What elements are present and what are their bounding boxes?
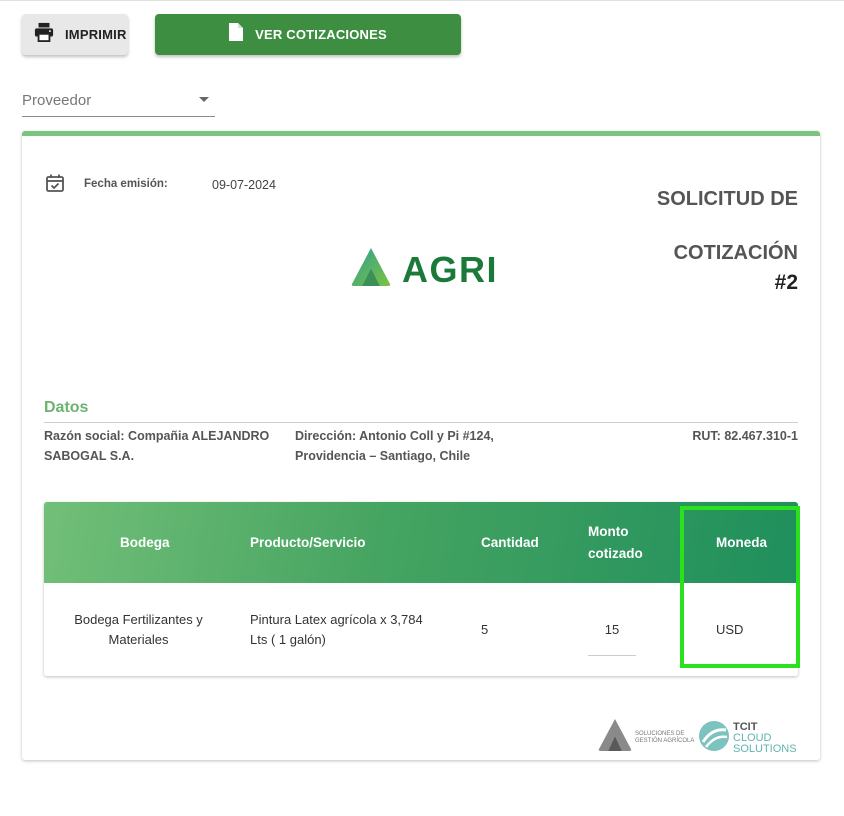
quote-request-card: Fecha emisión: 09-07-2024 SOLICITUD DE C…: [22, 131, 820, 760]
tcit-cloud-icon: [698, 720, 730, 757]
datos-heading: Datos: [44, 399, 89, 416]
datos-divider: [44, 422, 798, 423]
direccion: Dirección: Antonio Coll y Pi #124, Provi…: [295, 429, 494, 463]
chevron-down-icon: [199, 97, 209, 102]
printer-icon: [33, 22, 55, 47]
document-title-line2: COTIZACIÓN: [673, 242, 798, 264]
cell-bodega: Bodega Fertilizantes y Materiales: [74, 611, 203, 647]
rut: RUT: 82.467.310-1: [692, 429, 798, 443]
top-divider: [0, 0, 844, 1]
document-number: #2: [774, 271, 798, 294]
provider-select-placeholder: Proveedor: [22, 92, 92, 109]
tcit-footer-text: TCIT CLOUD SOLUTIONS: [733, 722, 797, 755]
document-title-line1: SOLICITUD DE: [656, 188, 798, 210]
footer-tcit-logo: TCIT CLOUD SOLUTIONS: [698, 720, 797, 757]
header-producto: Producto/Servicio: [250, 534, 366, 550]
agri-footer-tagline: SOLUCIONES DE GESTIÓN AGRÍCOLA: [635, 730, 695, 744]
table-header: Bodega Producto/Servicio Cantidad Monto …: [44, 502, 798, 583]
issue-date-label: Fecha emisión:: [84, 178, 168, 190]
calendar-icon: [45, 173, 65, 198]
document-title: SOLICITUD DE COTIZACIÓN: [598, 172, 798, 280]
monto-input-underline: [588, 655, 636, 656]
document-icon: [229, 23, 244, 46]
footer-agri-logo: SOLUCIONES DE GESTIÓN AGRÍCOLA: [598, 718, 695, 757]
table-row: Bodega Fertilizantes y Materiales Pintur…: [44, 583, 798, 676]
agri-logo-mark-icon: [350, 246, 392, 293]
view-quotes-label: VER COTIZACIONES: [255, 27, 387, 42]
print-button-label: IMPRIMIR: [65, 27, 127, 42]
razon-social: Razón social: Compañia ALEJANDRO SABOGAL…: [44, 429, 270, 463]
header-bodega: Bodega: [120, 534, 170, 550]
header-moneda: Moneda: [716, 534, 768, 550]
cell-producto: Pintura Latex agrícola x 3,784 Lts ( 1 g…: [250, 611, 423, 647]
provider-select[interactable]: Proveedor: [22, 86, 215, 117]
agri-logo-text: AGRI: [402, 248, 498, 290]
issue-date-value: 09-07-2024: [212, 178, 276, 192]
cell-cantidad: 5: [481, 621, 489, 637]
agri-logo: AGRI: [350, 246, 498, 293]
tcit-line3: SOLUTIONS: [733, 743, 797, 755]
cell-moneda: USD: [716, 621, 744, 637]
header-cantidad: Cantidad: [481, 534, 539, 550]
cell-monto[interactable]: 15: [588, 583, 636, 676]
agri-footer-mark-icon: [598, 718, 632, 757]
view-quotes-button[interactable]: VER COTIZACIONES: [155, 14, 461, 55]
header-monto: Monto cotizado: [588, 523, 643, 561]
print-button[interactable]: IMPRIMIR: [22, 14, 128, 55]
items-table: Bodega Producto/Servicio Cantidad Monto …: [44, 502, 798, 676]
